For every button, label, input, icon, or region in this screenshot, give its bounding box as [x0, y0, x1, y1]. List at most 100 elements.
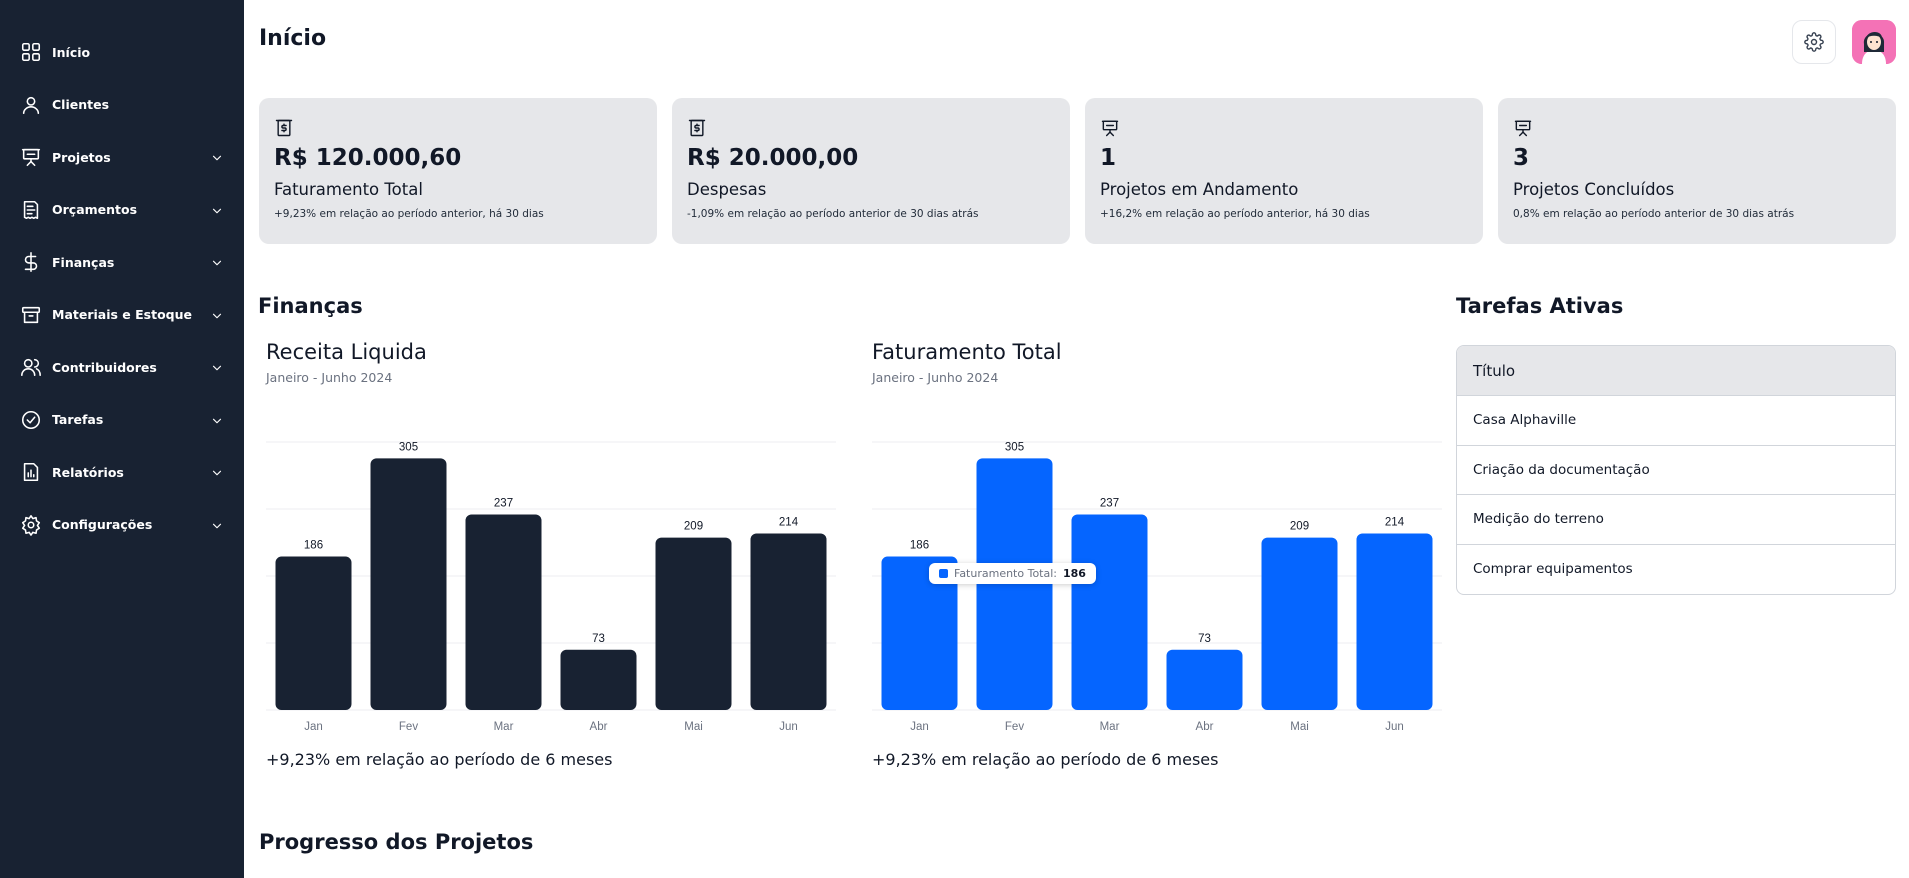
users-icon — [20, 356, 42, 378]
bar-chart-receita[interactable]: 186 Jan 305 Fev 237 Mar 73 Abr 209 Mai 214 Jun — [266, 422, 836, 742]
bar-mar[interactable] — [1071, 514, 1148, 710]
stat-value: R$ 120.000,60 — [274, 145, 462, 171]
stat-label: Projetos em Andamento — [1100, 180, 1299, 199]
presentation-icon — [1513, 118, 1533, 138]
stat-card: R$ 20.000,00 Despesas -1,09% em relação ao… — [672, 98, 1070, 244]
sidebar-item-relatorios[interactable]: Relatórios — [0, 446, 244, 499]
chart-receita-liquida: Receita Liquida Janeiro - Junho 2024 186… — [266, 340, 836, 780]
bar-mai[interactable] — [1261, 537, 1338, 710]
bar-abr[interactable] — [1166, 649, 1243, 710]
presentation-icon — [1100, 118, 1120, 138]
presentation-icon — [20, 146, 42, 168]
sidebar-item-financas[interactable]: Finanças — [0, 236, 244, 289]
avatar[interactable] — [1852, 20, 1896, 64]
task-row[interactable]: Comprar equipamentos — [1457, 545, 1895, 595]
chart-footer: +9,23% em relação ao período de 6 meses — [872, 750, 1219, 769]
data-label: 186 — [304, 540, 323, 552]
receipt-icon — [20, 199, 42, 221]
sidebar-item-label: Orçamentos — [52, 202, 138, 218]
chevron-down-icon[interactable] — [210, 465, 224, 479]
bar-mai[interactable] — [655, 537, 732, 710]
sidebar-item-orcamentos[interactable]: Orçamentos — [0, 184, 244, 237]
sidebar-item-projetos[interactable]: Projetos — [0, 131, 244, 184]
page-title: Início — [259, 26, 327, 51]
money-icon — [687, 118, 707, 138]
chevron-down-icon[interactable] — [210, 360, 224, 374]
sidebar-item-clientes[interactable]: Clientes — [0, 79, 244, 132]
x-tick-label: Mai — [1290, 721, 1309, 733]
task-row[interactable]: Medição do terreno — [1457, 495, 1895, 545]
chart-subtitle: Janeiro - Junho 2024 — [872, 370, 999, 385]
sidebar-item-label: Finanças — [52, 254, 115, 270]
chevron-down-icon[interactable] — [210, 518, 224, 532]
sidebar-item-label: Relatórios — [52, 464, 124, 480]
chevron-down-icon[interactable] — [210, 203, 224, 217]
gear-icon — [1804, 32, 1824, 52]
x-tick-label: Mar — [1100, 721, 1120, 733]
x-tick-label: Jan — [304, 721, 323, 733]
sidebar-item-label: Tarefas — [52, 412, 104, 428]
sidebar: Início Clientes Projetos Orçamentos Finanças… — [0, 0, 244, 878]
avatar-image — [1852, 20, 1896, 64]
bar-fev[interactable] — [370, 458, 447, 710]
chevron-down-icon[interactable] — [210, 255, 224, 269]
x-tick-label: Jan — [910, 721, 929, 733]
sidebar-item-label: Materiais e Estoque — [52, 307, 192, 323]
bar-mar[interactable] — [465, 514, 542, 710]
dollar-icon — [20, 251, 42, 273]
chevron-down-icon[interactable] — [210, 413, 224, 427]
money-icon — [274, 118, 294, 138]
sidebar-item-label: Configurações — [52, 517, 153, 533]
bar-jan[interactable] — [275, 556, 352, 710]
data-label: 209 — [1290, 521, 1309, 533]
stat-value: 3 — [1513, 145, 1530, 171]
x-tick-label: Mar — [494, 721, 514, 733]
section-title-financas: Finanças — [258, 294, 363, 318]
stat-label: Projetos Concluídos — [1513, 180, 1675, 199]
stat-note: +9,23% em relação ao período anterior, h… — [274, 208, 544, 220]
tooltip-value: 186 — [1063, 567, 1086, 580]
bar-jun[interactable] — [1356, 533, 1433, 710]
stat-card: 1 Projetos em Andamento +16,2% em relação … — [1085, 98, 1483, 244]
task-row[interactable]: Criação da documentação — [1457, 446, 1895, 495]
data-label: 214 — [779, 516, 799, 528]
data-label: 73 — [592, 633, 605, 645]
data-label: 237 — [494, 497, 513, 509]
data-label: 305 — [1005, 441, 1024, 453]
sidebar-item-tarefas[interactable]: Tarefas — [0, 394, 244, 447]
data-label: 305 — [399, 441, 418, 453]
task-row[interactable]: Casa Alphaville — [1457, 396, 1895, 446]
sidebar-item-label: Projetos — [52, 149, 111, 165]
tasks-table-header: Título — [1457, 346, 1895, 396]
chevron-down-icon[interactable] — [210, 308, 224, 322]
sidebar-item-inicio[interactable]: Início — [0, 26, 244, 79]
chevron-down-icon[interactable] — [210, 150, 224, 164]
stat-card: R$ 120.000,60 Faturamento Total +9,23% em … — [259, 98, 657, 244]
stat-value: 1 — [1100, 145, 1117, 171]
section-title-tarefas: Tarefas Ativas — [1456, 294, 1624, 318]
bar-abr[interactable] — [560, 649, 637, 710]
chart-title: Receita Liquida — [266, 340, 427, 364]
settings-button[interactable] — [1792, 20, 1836, 64]
sidebar-item-configuracoes[interactable]: Configurações — [0, 499, 244, 552]
x-tick-label: Fev — [399, 721, 418, 733]
x-tick-label: Fev — [1005, 721, 1024, 733]
section-title-progresso: Progresso dos Projetos — [259, 830, 534, 854]
stat-cards: R$ 120.000,60 Faturamento Total +9,23% em … — [259, 98, 1896, 244]
sidebar-item-contribuidores[interactable]: Contribuidores — [0, 341, 244, 394]
stat-note: -1,09% em relação ao período anterior de… — [687, 208, 979, 220]
chart-footer: +9,23% em relação ao período de 6 meses — [266, 750, 613, 769]
tooltip-label: Faturamento Total: — [954, 567, 1057, 580]
sidebar-item-label: Clientes — [52, 97, 110, 113]
x-tick-label: Jun — [779, 721, 798, 733]
sidebar-item-materiais-e-estoque[interactable]: Materiais e Estoque — [0, 289, 244, 342]
stat-card: 3 Projetos Concluídos 0,8% em relação ao p… — [1498, 98, 1896, 244]
data-label: 209 — [684, 521, 703, 533]
chart-title: Faturamento Total — [872, 340, 1062, 364]
x-tick-label: Abr — [590, 721, 608, 733]
bar-jun[interactable] — [750, 533, 827, 710]
x-tick-label: Jun — [1385, 721, 1404, 733]
data-label: 237 — [1100, 497, 1119, 509]
x-tick-label: Abr — [1196, 721, 1214, 733]
bar-fev[interactable] — [976, 458, 1053, 710]
